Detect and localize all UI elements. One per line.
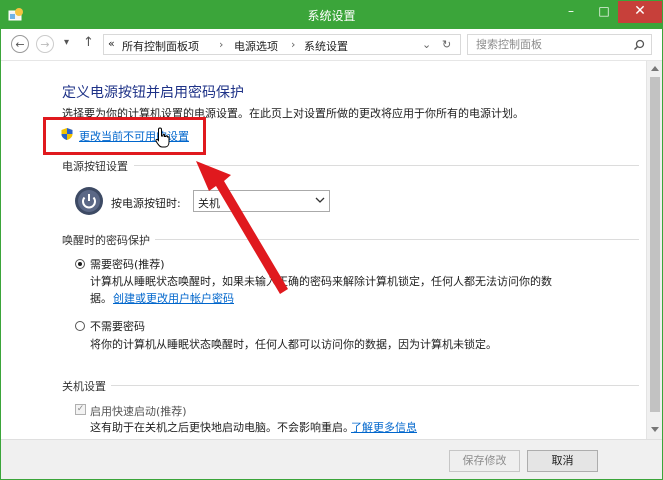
cancel-button[interactable]: 取消: [527, 450, 598, 472]
refresh-icon[interactable]: ↻: [442, 38, 451, 51]
breadcrumb-item-system-settings[interactable]: 系统设置: [304, 38, 348, 54]
power-button-label: 按电源按钮时:: [111, 197, 181, 210]
scroll-up-icon[interactable]: [651, 65, 659, 71]
require-password-label[interactable]: 需要密码(推荐): [90, 256, 165, 272]
scrollbar-thumb[interactable]: [650, 77, 660, 412]
hand-cursor-icon: [155, 127, 170, 148]
minimize-button[interactable]: –: [558, 1, 584, 23]
scroll-down-icon[interactable]: [651, 427, 659, 433]
chevron-down-icon: [315, 197, 325, 203]
fast-startup-checkbox[interactable]: ✓: [75, 404, 86, 415]
address-dropdown-icon[interactable]: ⌄: [422, 38, 431, 51]
forward-button[interactable]: →: [36, 35, 54, 53]
breadcrumb-item-all-control-panel[interactable]: 所有控制面板项: [122, 38, 199, 54]
breadcrumb-separator-icon[interactable]: ›: [291, 38, 295, 51]
no-password-label[interactable]: 不需要密码: [90, 318, 145, 334]
fast-startup-description: 这有助于在关机之后更快地启动电脑。不会影响重启。: [90, 421, 354, 434]
search-box[interactable]: [467, 34, 652, 55]
power-button-action-dropdown[interactable]: 关机: [193, 190, 330, 212]
up-arrow-icon[interactable]: ↑: [83, 35, 94, 50]
power-button-icon: [75, 187, 103, 215]
breadcrumb-separator-icon[interactable]: ›: [219, 38, 223, 51]
require-password-radio[interactable]: [75, 259, 85, 269]
title-bar[interactable]: 系统设置 – □ ✕: [1, 1, 662, 29]
back-button[interactable]: ←: [11, 35, 29, 53]
password-protection-section-title: 唤醒时的密码保护: [62, 234, 150, 247]
vertical-scrollbar[interactable]: [646, 61, 662, 439]
create-change-password-link[interactable]: 创建或更改用户帐户密码: [113, 290, 234, 306]
section-divider: [155, 239, 639, 240]
search-icon[interactable]: [633, 39, 645, 51]
no-password-radio[interactable]: [75, 321, 85, 331]
maximize-button[interactable]: □: [591, 1, 617, 23]
no-password-description: 将你的计算机从睡眠状态唤醒时，任何人都可以访问你的数据，因为计算机未锁定。: [90, 338, 497, 351]
fast-startup-label[interactable]: 启用快速启动(推荐): [90, 403, 187, 419]
footer-bar: 保存修改 取消: [1, 439, 662, 479]
learn-more-link[interactable]: 了解更多信息: [351, 419, 417, 435]
section-divider: [111, 385, 639, 386]
page-title: 定义电源按钮并启用密码保护: [62, 85, 244, 101]
breadcrumb-item-power-options[interactable]: 电源选项: [234, 38, 278, 54]
power-button-section-title: 电源按钮设置: [62, 160, 128, 173]
require-password-description: 计算机从睡眠状态唤醒时，如果未输入正确的密码来解除计算机锁定，任何人都无法访问你…: [90, 275, 552, 288]
power-button-action-value: 关机: [198, 197, 220, 210]
recent-locations-chevron-icon[interactable]: ▾: [64, 37, 69, 48]
breadcrumb-prefix-icon[interactable]: «: [108, 37, 115, 50]
system-settings-window: 系统设置 – □ ✕ ← → ▾ ↑ « 所有控制面板项 › 电源选项 › 系统…: [0, 0, 663, 480]
annotation-highlight-box: [43, 117, 206, 155]
section-divider: [134, 165, 639, 166]
shutdown-section-title: 关机设置: [62, 380, 106, 393]
require-password-description-cont: 据。: [90, 292, 112, 305]
save-changes-button[interactable]: 保存修改: [449, 450, 520, 472]
address-bar[interactable]: « 所有控制面板项 › 电源选项 › 系统设置 ⌄ ↻: [103, 34, 461, 55]
navigation-bar: ← → ▾ ↑ « 所有控制面板项 › 电源选项 › 系统设置 ⌄ ↻: [1, 29, 662, 61]
search-input[interactable]: [474, 37, 628, 52]
close-button[interactable]: ✕: [618, 1, 662, 23]
